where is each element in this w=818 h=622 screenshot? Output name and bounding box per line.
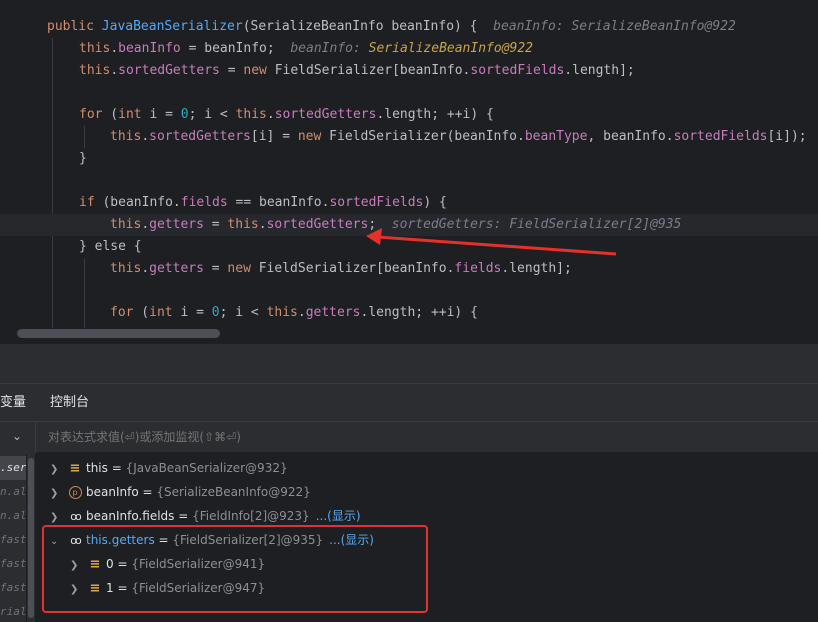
evaluate-bar: ⌄ xyxy=(0,421,818,453)
variable-row-this[interactable]: ❯ ≡ this = {JavaBeanSerializer@932} xyxy=(50,456,288,480)
frame-item[interactable]: fast xyxy=(0,552,26,576)
red-highlight-box xyxy=(42,525,428,613)
chevron-right-icon[interactable]: ❯ xyxy=(50,482,62,506)
show-more-link[interactable]: ...(显示) xyxy=(316,509,361,523)
frame-item[interactable]: riali xyxy=(0,600,26,622)
parameter-icon: p xyxy=(68,486,82,499)
evaluate-expression-input[interactable] xyxy=(48,422,748,452)
frames-scrollbar[interactable] xyxy=(27,452,35,622)
debug-tabs: 变量 控制台 xyxy=(0,383,818,422)
tab-console[interactable]: 控制台 xyxy=(50,384,89,422)
field-lines-icon: ≡ xyxy=(69,461,81,476)
panel-separator xyxy=(0,343,818,384)
frame-item[interactable]: n.ali xyxy=(0,480,26,504)
frame-item[interactable]: .ser xyxy=(0,456,26,480)
frame-item[interactable]: fast xyxy=(0,528,26,552)
code-editor[interactable]: public JavaBeanSerializer(SerializeBeanI… xyxy=(0,0,818,343)
chevron-right-icon[interactable]: ❯ xyxy=(50,458,62,482)
scrollbar-thumb[interactable] xyxy=(28,458,34,618)
chevron-down-icon[interactable]: ⌄ xyxy=(12,429,22,443)
variable-row-beaninfo[interactable]: ❯ p beanInfo = {SerializeBeanInfo@922} xyxy=(50,480,311,504)
tab-variables[interactable]: 变量 xyxy=(0,384,26,422)
frames-list[interactable]: .ser n.ali n.ali fast fast fast riali xyxy=(0,452,26,622)
divider xyxy=(35,422,36,452)
frame-item[interactable]: fast xyxy=(0,576,26,600)
red-annotation-arrow xyxy=(366,228,617,256)
frame-item[interactable]: n.ali xyxy=(0,504,26,528)
